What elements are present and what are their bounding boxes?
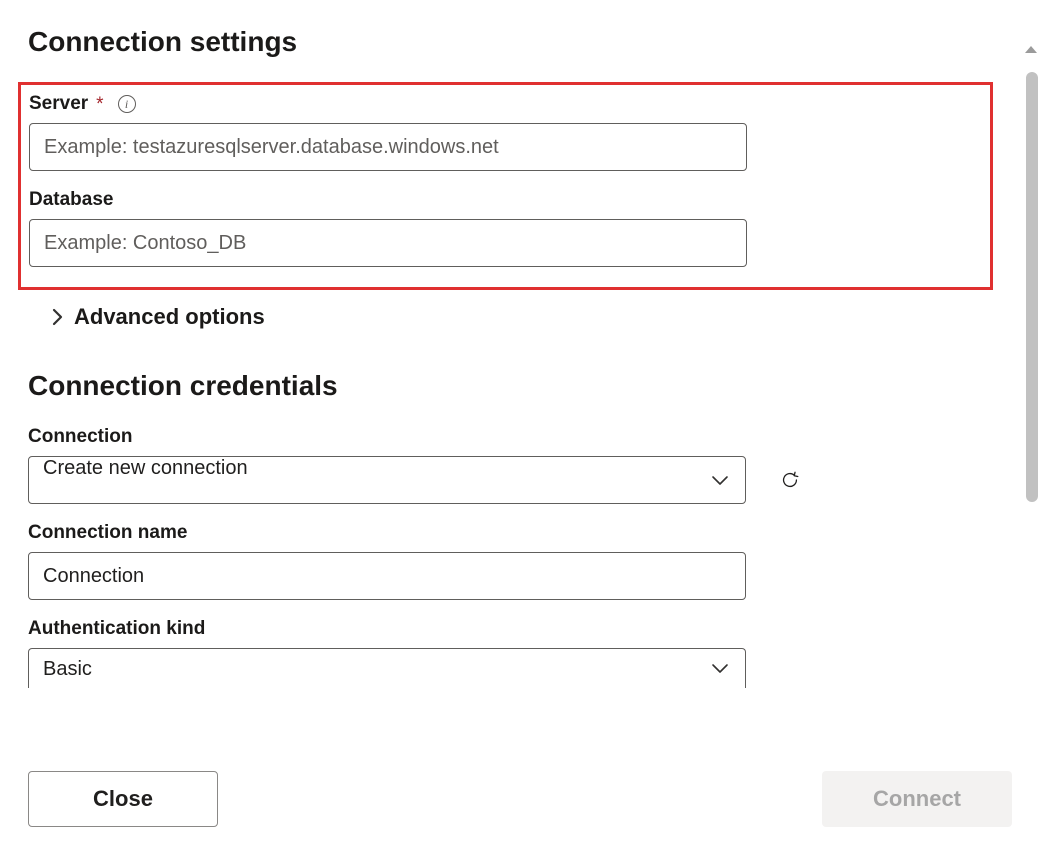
scroll-up-icon[interactable] (1020, 38, 1042, 60)
info-icon[interactable]: i (118, 95, 136, 113)
chevron-right-icon (52, 308, 64, 326)
scrollbar-thumb[interactable] (1026, 72, 1038, 502)
refresh-icon (780, 466, 800, 494)
required-star-icon: * (96, 95, 103, 114)
connection-name-input[interactable] (28, 552, 746, 600)
database-label: Database (29, 189, 114, 211)
connection-label: Connection (28, 426, 133, 448)
connection-name-label: Connection name (28, 522, 187, 544)
refresh-button[interactable] (774, 464, 806, 496)
close-button[interactable]: Close (28, 771, 218, 827)
server-input[interactable] (29, 123, 747, 171)
scrollbar[interactable] (1020, 38, 1042, 737)
connect-button[interactable]: Connect (822, 771, 1012, 827)
advanced-options-label: Advanced options (74, 304, 265, 330)
advanced-options-expander[interactable]: Advanced options (52, 304, 977, 330)
highlight-box: Server * i Database (18, 82, 993, 290)
auth-kind-label: Authentication kind (28, 618, 205, 640)
database-input[interactable] (29, 219, 747, 267)
connection-select[interactable]: Create new connection (28, 456, 746, 504)
auth-kind-select[interactable]: Basic (28, 648, 746, 688)
section-title-connection-settings: Connection settings (28, 26, 977, 58)
footer: Close Connect (0, 757, 1048, 857)
server-label: Server (29, 93, 88, 115)
section-title-connection-credentials: Connection credentials (28, 370, 977, 402)
